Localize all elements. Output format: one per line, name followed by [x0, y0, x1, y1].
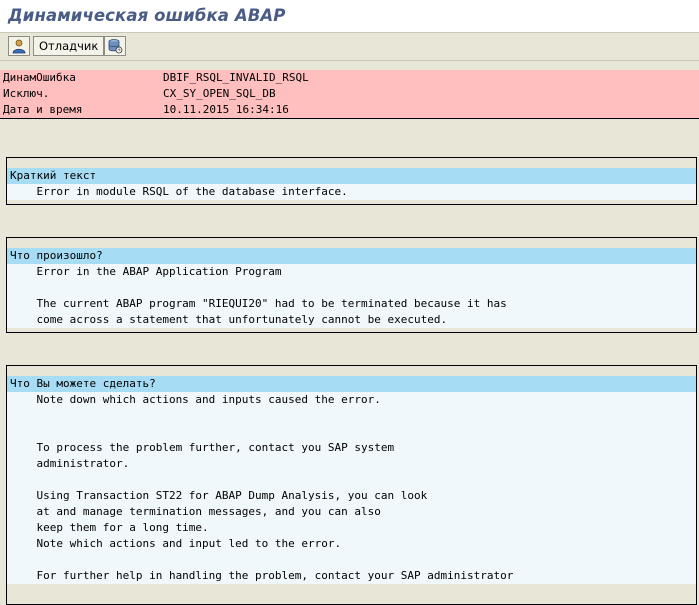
section-line — [7, 472, 696, 488]
header-key: ДинамОшибка — [3, 71, 76, 84]
header-row-exception: Исключ. CX_SY_OPEN_SQL_DB — [0, 86, 699, 102]
section-line — [7, 552, 696, 568]
section-line: For further help in handling the problem… — [7, 568, 696, 584]
application-toolbar: Отладчик — [0, 33, 699, 61]
section-line: Error in the ABAP Application Program — [7, 264, 696, 280]
header-value: CX_SY_OPEN_SQL_DB — [163, 87, 276, 100]
user-button[interactable] — [8, 36, 30, 56]
section-line — [7, 424, 696, 440]
dump-header: ДинамОшибка DBIF_RSQL_INVALID_RSQL Исклю… — [0, 70, 699, 119]
header-key: Исключ. — [3, 87, 50, 100]
header-key: Дата и время — [3, 103, 83, 116]
section-line: keep them for a long time. — [7, 520, 696, 536]
section-what-happened: Что произошло? Error in the ABAP Applica… — [6, 237, 697, 333]
header-row-runtime-error: ДинамОшибка DBIF_RSQL_INVALID_RSQL — [0, 70, 699, 86]
database-button[interactable] — [104, 36, 126, 56]
section-line: come across a statement that unfortunate… — [7, 312, 696, 328]
section-line: To process the problem further, contact … — [7, 440, 696, 456]
section-line: Note down which actions and inputs cause… — [7, 392, 696, 408]
debugger-button[interactable]: Отладчик — [33, 36, 105, 56]
section-line — [7, 408, 696, 424]
section-what-to-do: Что Вы можете сделать? Note down which a… — [6, 365, 697, 605]
title-bar: Динамическая ошибка ABAP — [0, 0, 699, 33]
window-title: Динамическая ошибка ABAP — [8, 6, 286, 25]
section-line: Note which actions and input led to the … — [7, 536, 696, 552]
section-line — [7, 280, 696, 296]
section-line: Using Transaction ST22 for ABAP Dump Ana… — [7, 488, 696, 504]
section-title: Краткий текст — [7, 168, 696, 184]
section-title: Что Вы можете сделать? — [7, 376, 696, 392]
section-short-text: Краткий текст Error in module RSQL of th… — [6, 157, 697, 205]
section-title: Что произошло? — [7, 248, 696, 264]
header-value: DBIF_RSQL_INVALID_RSQL — [163, 71, 309, 84]
header-value: 10.11.2015 16:34:16 — [163, 103, 289, 116]
dump-content[interactable]: ДинамОшибка DBIF_RSQL_INVALID_RSQL Исклю… — [0, 61, 699, 605]
section-line: The current ABAP program "RIEQUI20" had … — [7, 296, 696, 312]
header-row-datetime: Дата и время 10.11.2015 16:34:16 — [0, 102, 699, 118]
section-line: Error in module RSQL of the database int… — [7, 184, 696, 200]
section-line: at and manage termination messages, and … — [7, 504, 696, 520]
section-line: administrator. — [7, 456, 696, 472]
